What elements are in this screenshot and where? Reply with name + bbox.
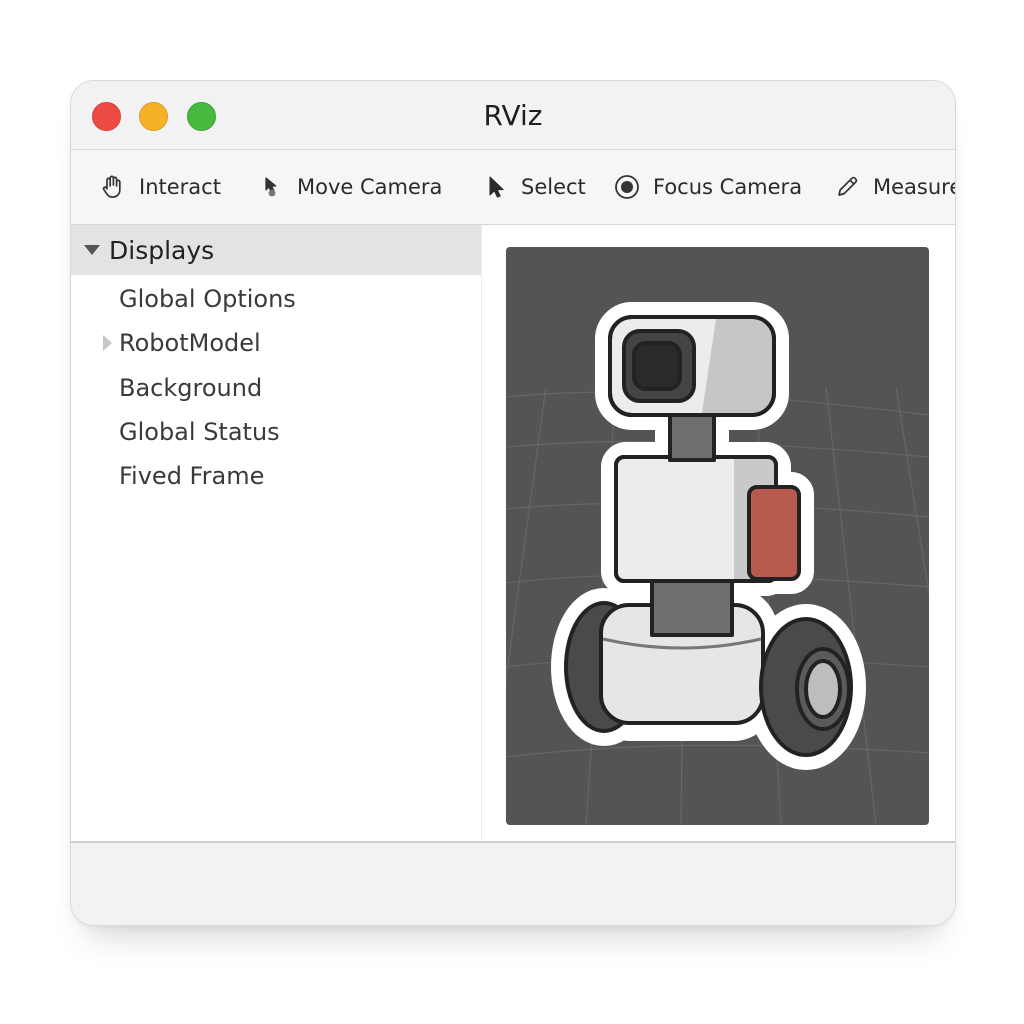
display-item-label: RobotModel [119, 329, 261, 357]
tool-focus-camera-label: Focus Camera [653, 175, 803, 199]
displays-header-label: Displays [109, 235, 215, 265]
rviz-window: RViz Interact Move Camera Select Focus C… [70, 80, 956, 926]
tool-move-camera-label: Move Camera [297, 175, 443, 199]
chevron-right-icon[interactable] [103, 335, 112, 351]
chevron-down-icon [84, 245, 100, 255]
display-item-global-status[interactable]: Global Status [119, 412, 280, 452]
focus-icon [613, 173, 641, 201]
display-item-label: Global Status [119, 418, 280, 446]
tool-focus-camera[interactable]: Focus Camera [613, 150, 802, 224]
toolbar: Interact Move Camera Select Focus Camera… [71, 150, 955, 225]
display-item-background[interactable]: Background [119, 368, 262, 408]
title-bar: RViz [71, 81, 955, 150]
robot-model-icon [551, 302, 866, 770]
tool-select-label: Select [521, 175, 586, 199]
render-area [482, 225, 955, 841]
tool-measure-label: Measure [873, 175, 955, 199]
display-item-global-options[interactable]: Global Options [119, 279, 296, 319]
tool-move-camera[interactable]: Move Camera [257, 150, 442, 224]
display-item-label: Global Options [119, 285, 296, 313]
tool-interact[interactable]: Interact [99, 150, 221, 224]
3d-viewport[interactable] [506, 247, 929, 825]
hand-icon [99, 173, 127, 201]
window-title: RViz [483, 99, 543, 132]
display-item-fixed-frame[interactable]: Fived Frame [119, 456, 264, 496]
tool-measure[interactable]: Measure [833, 150, 955, 224]
display-item-robotmodel[interactable]: RobotModel [103, 323, 261, 363]
move-camera-icon [257, 173, 285, 201]
status-bar [71, 841, 955, 925]
display-item-label: Background [119, 374, 263, 402]
displays-panel: Displays Global Options RobotModel Backg… [71, 225, 482, 841]
scene-render [506, 302, 929, 825]
tool-interact-label: Interact [139, 175, 221, 199]
displays-header[interactable]: Displays [71, 225, 481, 275]
pencil-icon [833, 173, 861, 201]
display-item-label: Fived Frame [119, 462, 265, 490]
tool-select[interactable]: Select [481, 150, 586, 224]
cursor-icon [481, 173, 509, 201]
